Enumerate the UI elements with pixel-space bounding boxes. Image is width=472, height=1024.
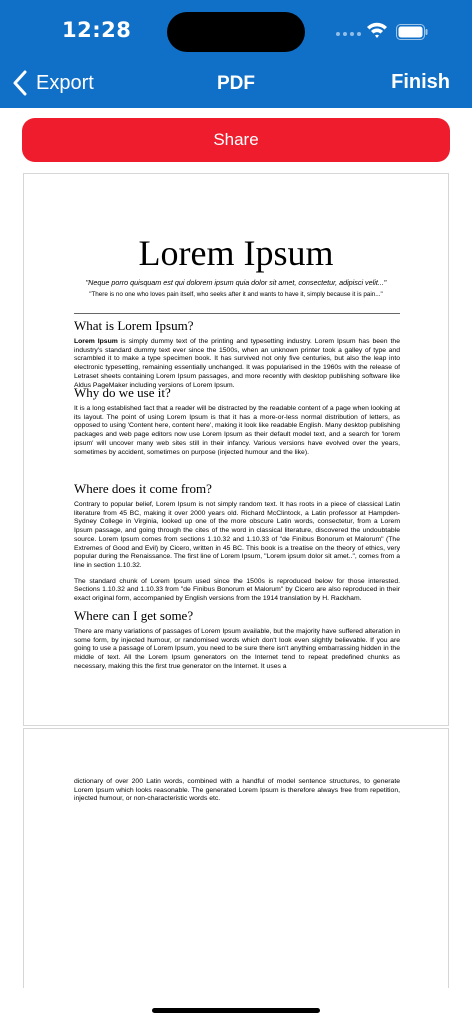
bold-lead: Lorem Ipsum: [74, 338, 118, 345]
status-time: 12:28: [62, 18, 132, 42]
section-what: What is Lorem Ipsum? Lorem Ipsum is simp…: [74, 318, 400, 390]
pdf-page-1[interactable]: Lorem Ipsum "Neque porro quisquam est qu…: [23, 173, 449, 726]
wifi-icon: [367, 22, 387, 38]
section-body: There are many variations of passages of…: [74, 628, 400, 670]
section-heading: Where does it come from?: [74, 481, 212, 496]
section-why: Why do we use it? It is a long establish…: [74, 385, 400, 457]
section-body: dictionary of over 200 Latin words, comb…: [74, 778, 400, 803]
section-heading: Why do we use it?: [74, 385, 171, 400]
document-title: Lorem Ipsum: [138, 233, 334, 273]
header-bar: 12:28 Export PDF Finish: [0, 0, 472, 108]
section-body-2: The standard chunk of Lorem Ipsum used s…: [74, 577, 400, 603]
battery-icon: [396, 24, 428, 40]
section-body: It is a long established fact that a rea…: [74, 405, 400, 456]
pdf-page-2[interactable]: dictionary of over 200 Latin words, comb…: [23, 728, 449, 988]
finish-button[interactable]: Finish: [391, 71, 450, 94]
section-body: Lorem Ipsum is simply dummy text of the …: [74, 338, 400, 389]
document-subquote: "There is no one who loves pain itself, …: [89, 291, 383, 298]
section-where-from: Where does it come from? Contrary to pop…: [74, 481, 400, 604]
share-button[interactable]: Share: [22, 118, 450, 162]
document-quote: "Neque porro quisquam est qui dolorem ip…: [85, 278, 387, 287]
dynamic-island: [167, 12, 305, 52]
divider: [74, 313, 400, 314]
page2-content: dictionary of over 200 Latin words, comb…: [74, 778, 400, 804]
section-heading: Where can I get some?: [74, 608, 194, 623]
home-indicator[interactable]: [152, 1008, 320, 1013]
section-where-get: Where can I get some? There are many var…: [74, 608, 400, 672]
cellular-signal-icon: [336, 32, 361, 36]
section-heading: What is Lorem Ipsum?: [74, 318, 194, 333]
section-body: Contrary to popular belief, Lorem Ipsum …: [74, 501, 400, 569]
